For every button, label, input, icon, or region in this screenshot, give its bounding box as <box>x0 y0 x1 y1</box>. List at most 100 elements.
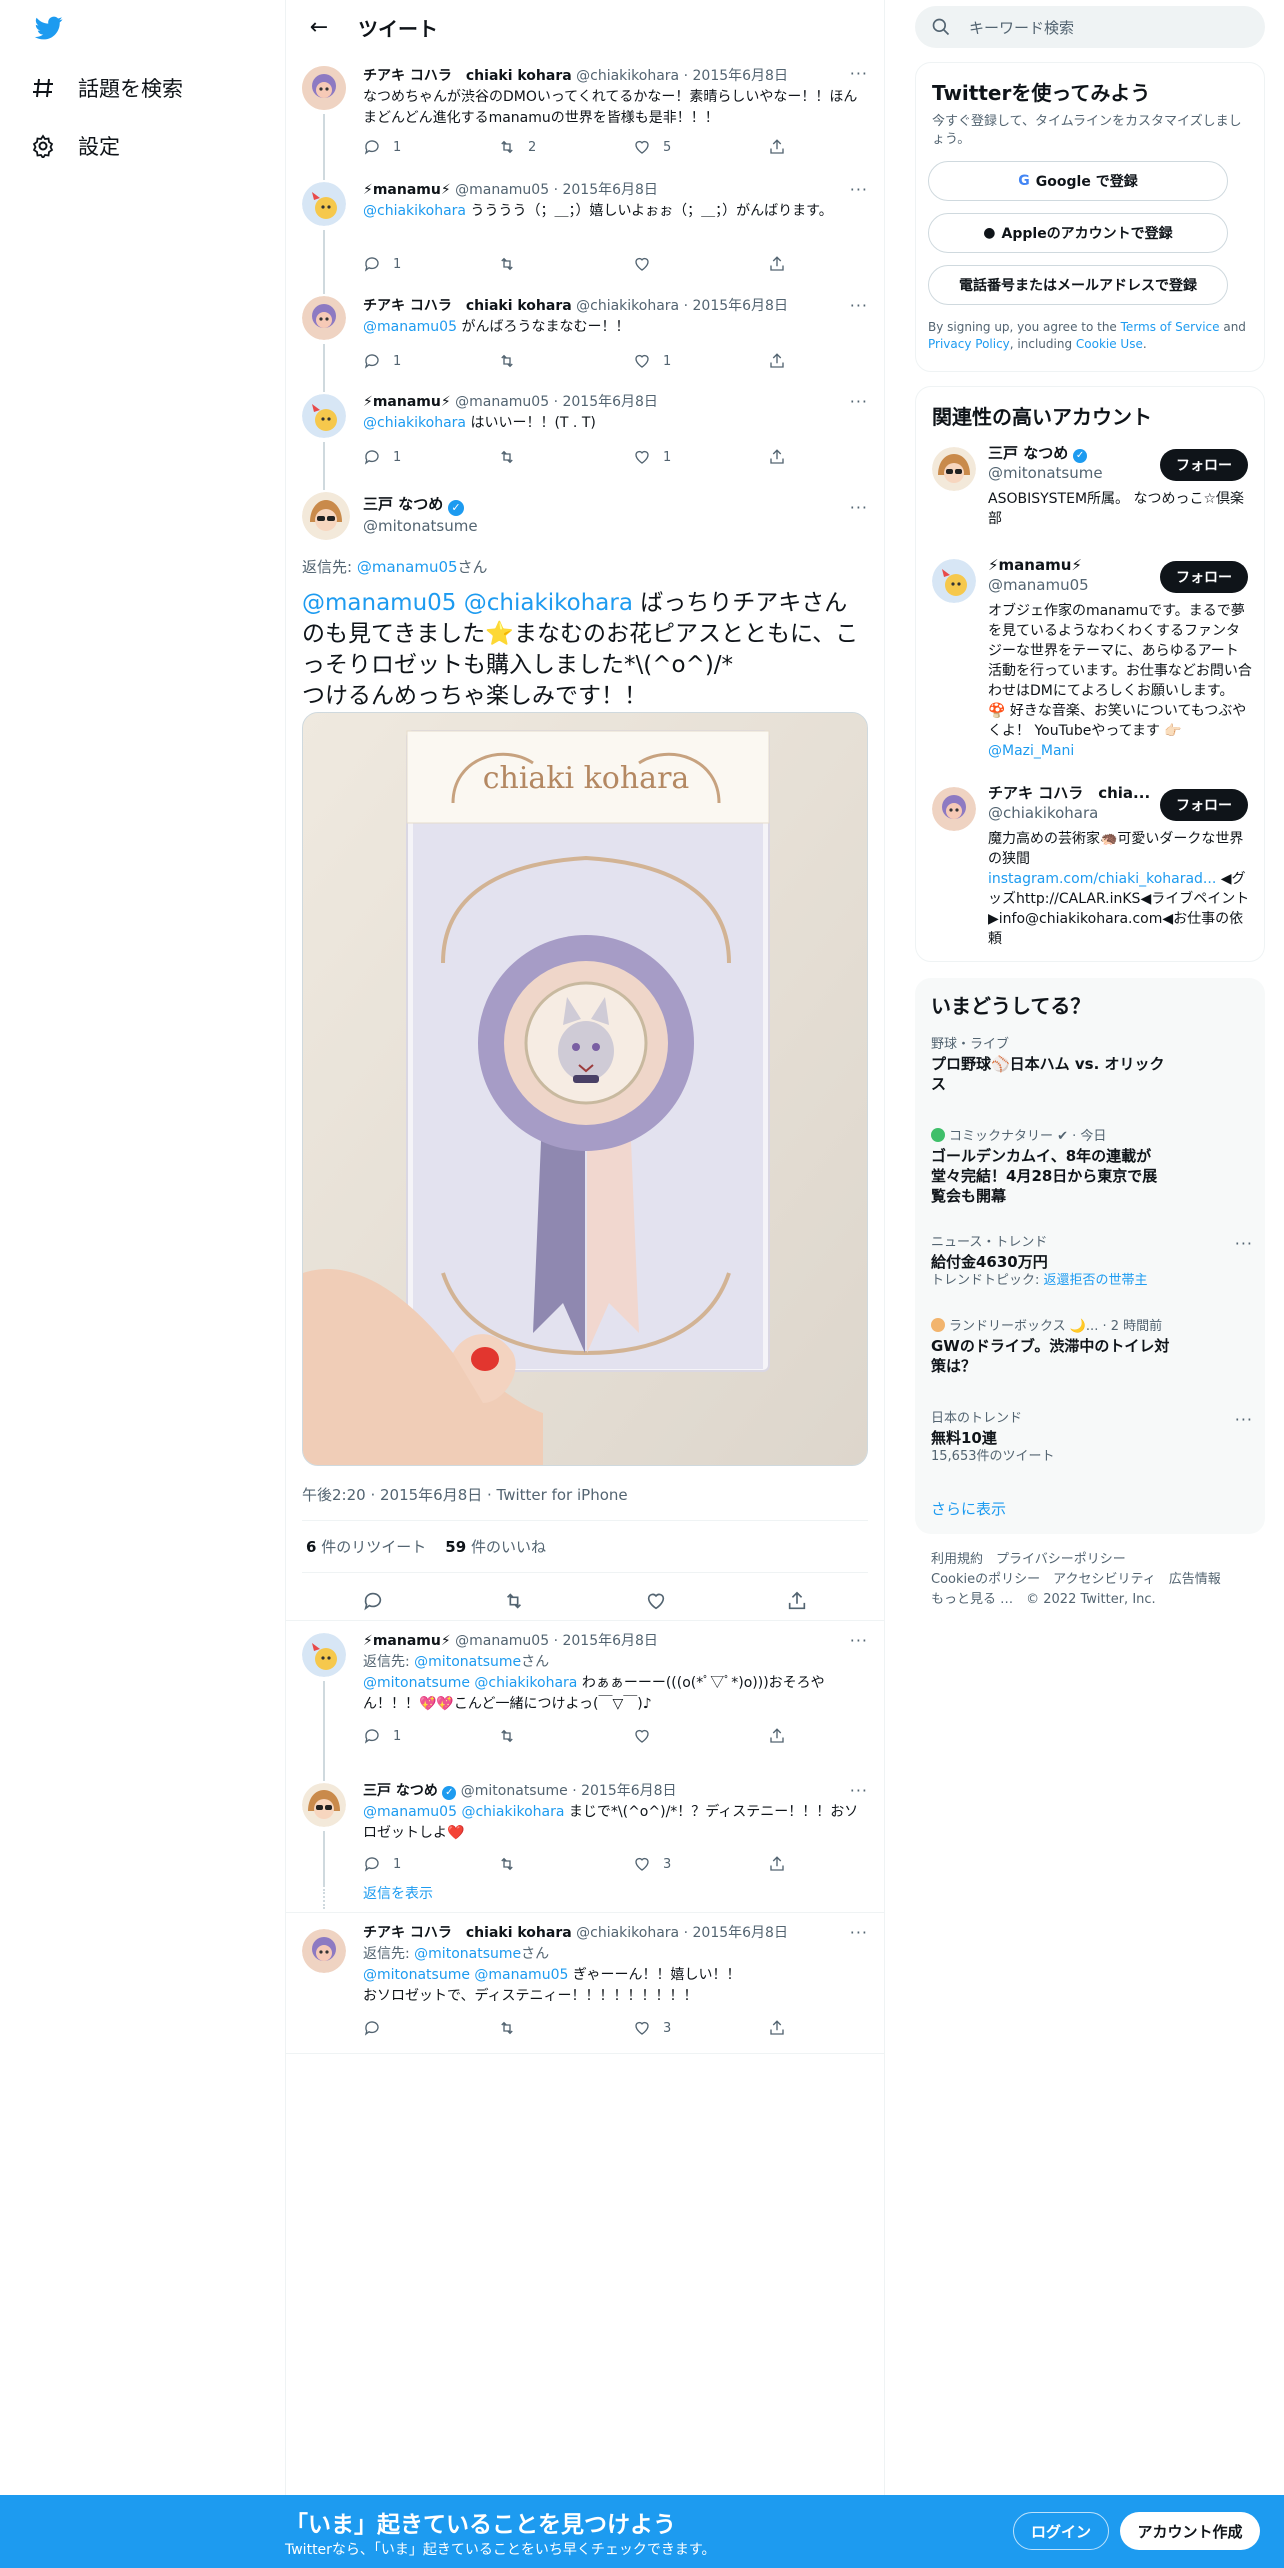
author-name[interactable]: チアキ コハラ chiaki kohara <box>363 1925 572 1941</box>
follow-button[interactable]: フォロー <box>1160 449 1248 481</box>
retweet-button[interactable]: 2 <box>498 138 633 156</box>
avatar[interactable] <box>302 182 346 226</box>
related-account[interactable]: ⚡manamu⚡ @manamu05 フォロー オブジェ作家のmanamuです。ま… <box>916 555 1264 765</box>
like-stats[interactable]: 59 件のいいね <box>445 1538 546 1556</box>
more-icon[interactable]: ··· <box>1235 1234 1253 1253</box>
search-box[interactable]: キーワード検索 <box>915 6 1265 48</box>
more-icon[interactable]: ··· <box>1235 1410 1253 1429</box>
trend-item[interactable]: ランドリーボックス 🌙... · 2 時間前 GWのドライブ。渋滞中のトイレ対策は… <box>931 1318 1251 1376</box>
reply-button[interactable] <box>363 2019 498 2037</box>
author-name[interactable]: ⚡manamu⚡ <box>363 1633 451 1649</box>
tweet-date[interactable]: 2015年6月8日 <box>562 394 657 410</box>
retweet-stats[interactable]: 6 件のリツイート <box>306 1538 426 1556</box>
share-button[interactable] <box>768 1727 903 1745</box>
share-button[interactable] <box>768 448 903 466</box>
tweet-photo[interactable]: chiaki kohara <box>302 712 868 1466</box>
reply-to-link[interactable]: @manamu05 <box>357 558 458 576</box>
trend-item[interactable]: 野球・ライブ プロ野球⚾日本ハム vs. オリックス <box>931 1036 1251 1094</box>
trend-topic-link[interactable]: 返還拒否の世帯主 <box>1044 1273 1148 1288</box>
share-button[interactable] <box>768 2019 903 2037</box>
mention-link[interactable]: @chiakikohara <box>363 415 466 431</box>
tweet-date[interactable]: 2015年6月8日 <box>562 182 657 198</box>
mention-link[interactable]: @manamu05 @chiakikohara <box>363 1804 564 1820</box>
cookie-link[interactable]: Cookie Use <box>1076 337 1143 351</box>
author-name[interactable]: チアキ コハラ chiaki kohara <box>363 68 572 84</box>
author-name[interactable]: ⚡manamu⚡ <box>363 182 451 198</box>
author-handle[interactable]: @mitonatsume <box>363 516 478 537</box>
author-name[interactable]: ⚡manamu⚡ <box>363 394 451 410</box>
avatar[interactable] <box>302 1633 346 1677</box>
back-arrow-icon[interactable]: ← <box>294 2 344 52</box>
search-input[interactable]: キーワード検索 <box>969 17 1074 38</box>
thread-tweet[interactable]: チアキ コハラ chiaki kohara @chiakikohara · 20… <box>286 274 884 376</box>
reply-tweet[interactable]: 三戸 なつめ ✓ @mitonatsume · 2015年6月8日 @manam… <box>286 1771 884 1911</box>
avatar[interactable] <box>302 1783 346 1827</box>
reply-to-link[interactable]: @mitonatsume <box>414 1946 521 1962</box>
reply-button[interactable]: 1 <box>363 352 498 370</box>
more-icon[interactable]: ··· <box>850 498 868 517</box>
tos-link[interactable]: Terms of Service <box>1121 320 1220 334</box>
trend-item[interactable]: ニュース・トレンド 給付金4630万円 トレンドトピック: 返還拒否の世帯主 ··· <box>931 1234 1253 1290</box>
avatar[interactable] <box>302 1929 346 1973</box>
more-icon[interactable]: ··· <box>850 64 868 83</box>
apple-signup-button[interactable]: ● Appleのアカウントで登録 <box>928 213 1228 253</box>
nav-explore[interactable]: 話題を検索 <box>28 62 183 114</box>
reply-button[interactable]: 1 <box>363 1855 498 1873</box>
mention-link[interactable]: @manamu05 <box>363 319 457 335</box>
login-button[interactable]: ログイン <box>1013 2512 1109 2550</box>
more-icon[interactable]: ··· <box>850 1631 868 1650</box>
retweet-button[interactable] <box>498 255 633 273</box>
reply-button[interactable]: 1 <box>363 255 498 273</box>
share-button[interactable] <box>768 352 903 370</box>
show-more-link[interactable]: さらに表示 <box>931 1498 1006 1519</box>
follow-button[interactable]: フォロー <box>1160 561 1248 593</box>
trend-item[interactable]: コミックナタリー ✔ · 今日 ゴールデンカムイ、8年の連載が堂々完結！4月28日… <box>931 1128 1251 1206</box>
share-button[interactable] <box>768 255 903 273</box>
like-button[interactable]: 3 <box>633 1855 768 1873</box>
related-account[interactable]: チアキ コハラ chia... @chiakikohara フォロー 魔力高めの芸… <box>916 783 1264 953</box>
reply-tweet[interactable]: チアキ コハラ chiaki kohara @chiakikohara · 20… <box>286 1913 884 2053</box>
avatar[interactable] <box>302 296 346 340</box>
retweet-button[interactable] <box>498 448 633 466</box>
like-button[interactable]: 1 <box>633 448 768 466</box>
tweet-date[interactable]: 2015年6月8日 <box>693 1925 788 1941</box>
avatar[interactable] <box>932 447 976 491</box>
author-handle[interactable]: @chiakikohara <box>576 68 679 84</box>
share-icon[interactable] <box>786 1590 808 1612</box>
retweet-button[interactable] <box>498 352 633 370</box>
tweet-timestamp[interactable]: 午後2:20 · 2015年6月8日 · Twitter for iPhone <box>302 1484 628 1505</box>
avatar[interactable] <box>302 492 350 540</box>
like-button[interactable] <box>633 255 768 273</box>
retweet-button[interactable] <box>498 1727 633 1745</box>
reply-button[interactable]: 1 <box>363 138 498 156</box>
tweet-date[interactable]: 2015年6月8日 <box>693 298 788 314</box>
reply-button[interactable]: 1 <box>363 448 498 466</box>
author-handle[interactable]: @manamu05 <box>455 1633 549 1649</box>
author-name[interactable]: チアキ コハラ chiaki kohara <box>363 298 572 314</box>
author-handle[interactable]: @manamu05 <box>455 394 549 410</box>
more-icon[interactable]: ··· <box>850 296 868 315</box>
like-button[interactable]: 3 <box>633 2019 768 2037</box>
author-handle[interactable]: @chiakikohara <box>576 298 679 314</box>
trend-item[interactable]: 日本のトレンド 無料10連 15,653件のツイート ··· <box>931 1410 1253 1466</box>
follow-button[interactable]: フォロー <box>1160 789 1248 821</box>
mention-link[interactable]: @chiakikohara <box>363 203 466 219</box>
footer-links-row[interactable]: Cookieのポリシー アクセシビリティ 広告情報 <box>931 1570 1251 1590</box>
twitter-logo-icon[interactable] <box>32 14 66 42</box>
share-button[interactable] <box>768 138 903 156</box>
author-handle[interactable]: @chiakikohara <box>576 1925 679 1941</box>
nav-settings[interactable]: 設定 <box>28 120 120 172</box>
signup-button[interactable]: アカウント作成 <box>1120 2512 1260 2550</box>
mention-link[interactable]: @chiakikohara <box>464 590 633 616</box>
author-name[interactable]: 三戸 なつめ <box>363 495 443 513</box>
footer-links-row[interactable]: 利用規約 プライバシーポリシー <box>931 1550 1251 1570</box>
bio-link[interactable]: instagram.com/chiaki_koharad... <box>988 871 1216 887</box>
author-handle[interactable]: @mitonatsume <box>461 1783 568 1799</box>
mention-link[interactable]: @manamu05 <box>302 590 456 616</box>
author-handle[interactable]: @manamu05 <box>455 182 549 198</box>
avatar[interactable] <box>932 559 976 603</box>
bio-link[interactable]: @Mazi_Mani <box>988 743 1074 759</box>
mention-link[interactable]: @mitonatsume @chiakikohara <box>363 1675 577 1691</box>
more-icon[interactable]: ··· <box>850 392 868 411</box>
tweet-date[interactable]: 2015年6月8日 <box>693 68 788 84</box>
